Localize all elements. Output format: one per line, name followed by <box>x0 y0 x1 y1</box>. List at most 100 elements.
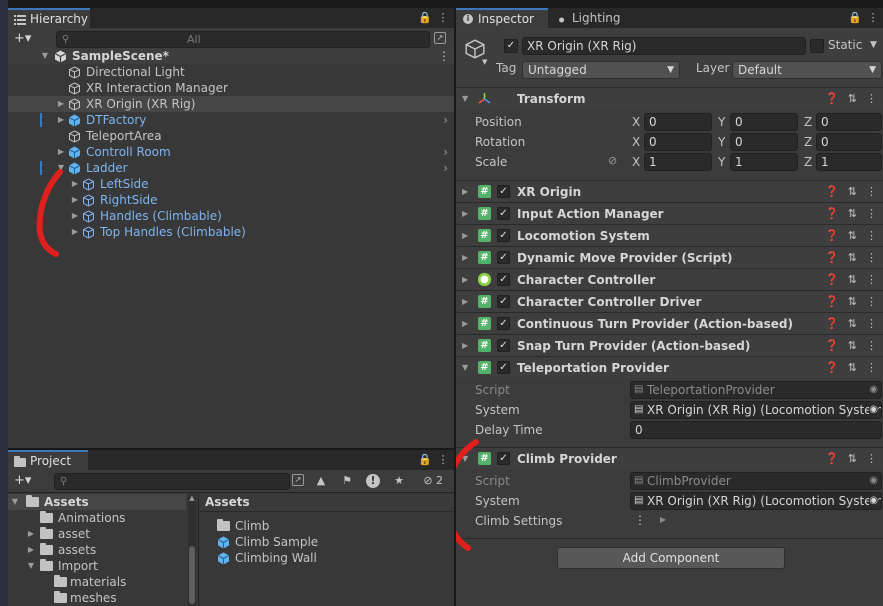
tree-item[interactable]: meshes <box>8 590 186 606</box>
file-item[interactable]: Climb <box>217 518 447 534</box>
component-header[interactable]: ▶ # ✓ Input Action Manager ❓ ⇅ ⋮ <box>456 202 883 224</box>
hierarchy-item[interactable]: ▶ LeftSide <box>8 176 454 192</box>
open-prefab-chevron-icon[interactable]: › <box>443 160 448 176</box>
system-field[interactable]: ▤ XR Origin (XR Rig) (Locomotion System)… <box>630 492 882 510</box>
collapse-arrow-icon[interactable]: ▼ <box>462 357 468 379</box>
component-enabled-checkbox[interactable]: ✓ <box>497 452 510 465</box>
position-z-field[interactable]: 0 <box>816 113 882 131</box>
expand-arrow-icon[interactable]: ▶ <box>70 176 80 192</box>
tree-item[interactable]: Animations <box>8 510 186 526</box>
tree-item[interactable]: ▶ assets <box>8 542 186 558</box>
component-menu-icon[interactable]: ⋮ <box>866 452 877 465</box>
hierarchy-item[interactable]: XR Interaction Manager <box>8 80 454 96</box>
static-dropdown-arrow-icon[interactable]: ▼ <box>870 40 877 50</box>
scroll-thumb[interactable] <box>189 546 195 604</box>
help-icon[interactable]: ❓ <box>825 251 839 264</box>
help-icon[interactable]: ❓ <box>825 452 839 465</box>
tree-item-assets[interactable]: ▼ Assets <box>8 494 186 510</box>
component-menu-icon[interactable]: ⋮ <box>866 251 877 264</box>
hierarchy-search-input[interactable]: ⚲ All <box>56 31 430 48</box>
help-icon[interactable]: ❓ <box>825 339 839 352</box>
component-enabled-checkbox[interactable]: ✓ <box>497 185 510 198</box>
project-search-input[interactable]: ⚲ <box>54 473 290 490</box>
expand-arrow-icon[interactable]: ▶ <box>56 96 66 112</box>
help-icon[interactable]: ❓ <box>825 207 839 220</box>
lock-icon[interactable]: 🔒 <box>418 11 432 25</box>
rotation-y-field[interactable]: 0 <box>730 133 798 151</box>
icon-dropdown-arrow-icon[interactable]: ▼ <box>482 58 487 66</box>
tab-project[interactable]: Project <box>8 450 88 470</box>
component-header[interactable]: ▶ # ✓ Dynamic Move Provider (Script) ❓ ⇅ ⋮ <box>456 246 883 268</box>
presets-icon[interactable]: ⇅ <box>848 273 857 286</box>
component-header[interactable]: ▶ # ✓ Snap Turn Provider (Action-based) … <box>456 334 883 356</box>
expand-arrow-icon[interactable]: ▶ <box>70 208 80 224</box>
add-component-button[interactable]: Add Component <box>557 547 785 569</box>
scene-menu-icon[interactable]: ⋮ <box>438 48 450 64</box>
object-picker-icon[interactable]: ◉ <box>869 402 878 418</box>
tree-item[interactable]: ▶ asset <box>8 526 186 542</box>
rotation-x-field[interactable]: 0 <box>644 133 712 151</box>
component-menu-icon[interactable]: ⋮ <box>866 339 877 352</box>
lock-icon[interactable]: 🔒 <box>418 453 432 467</box>
help-icon[interactable]: ❓ <box>825 361 839 374</box>
presets-icon[interactable]: ⇅ <box>848 339 857 352</box>
search-by-label-icon[interactable]: ⚑ <box>340 474 354 488</box>
favorite-star-icon[interactable]: ★ <box>392 474 406 488</box>
component-enabled-checkbox[interactable]: ✓ <box>497 251 510 264</box>
help-icon[interactable]: ❓ <box>825 317 839 330</box>
constrain-proportions-icon[interactable]: ⊘ <box>608 154 617 167</box>
tree-item[interactable]: ▼ Import <box>8 558 186 574</box>
expand-arrow-icon[interactable]: ▶ <box>70 224 80 240</box>
system-field[interactable]: ▤ XR Origin (XR Rig) (Locomotion System)… <box>630 401 882 419</box>
help-icon[interactable]: ❓ <box>825 92 839 105</box>
expand-arrow-icon[interactable]: ▶ <box>26 526 36 542</box>
component-header[interactable]: ▶ # ✓ Continuous Turn Provider (Action-b… <box>456 312 883 334</box>
component-header[interactable]: ▶ # ✓ Locomotion System ❓ ⇅ ⋮ <box>456 224 883 246</box>
more-menu-icon[interactable]: ⋮ <box>436 11 450 25</box>
hierarchy-item[interactable]: ▼ Ladder › <box>8 160 454 176</box>
presets-icon[interactable]: ⇅ <box>848 229 857 242</box>
component-enabled-checkbox[interactable]: ✓ <box>497 273 510 286</box>
hierarchy-item-selected[interactable]: ▶ XR Origin (XR Rig) <box>8 96 454 112</box>
expand-arrow-icon[interactable]: ▶ <box>56 112 66 128</box>
hierarchy-item[interactable]: ▶ DTFactory › <box>8 112 454 128</box>
component-enabled-checkbox[interactable]: ✓ <box>497 229 510 242</box>
log-types-icon[interactable]: ! <box>366 474 380 488</box>
settings-menu-icon[interactable]: ⋮ <box>634 513 646 527</box>
tree-scrollbar[interactable]: ▲ <box>188 494 196 606</box>
tab-hierarchy[interactable]: Hierarchy <box>8 8 90 28</box>
scale-z-field[interactable]: 1 <box>816 153 882 171</box>
expand-arrow-icon[interactable]: ▶ <box>462 181 468 203</box>
help-icon[interactable]: ❓ <box>825 273 839 286</box>
file-item[interactable]: Climb Sample <box>217 534 447 550</box>
open-prefab-chevron-icon[interactable]: › <box>443 144 448 160</box>
search-options-icon[interactable]: ↗ <box>434 32 446 44</box>
presets-icon[interactable]: ⇅ <box>848 207 857 220</box>
layer-dropdown[interactable]: Default ▼ <box>732 61 882 79</box>
component-header-climb[interactable]: ▼ # ✓ Climb Provider ❓ ⇅ ⋮ <box>456 447 883 469</box>
tab-lighting[interactable]: ⚫ Lighting <box>550 8 630 28</box>
component-menu-icon[interactable]: ⋮ <box>866 273 877 286</box>
component-header[interactable]: ▶ # ✓ XR Origin ❓ ⇅ ⋮ <box>456 180 883 202</box>
scale-y-field[interactable]: 1 <box>730 153 798 171</box>
component-header[interactable]: ▶ ● ✓ Character Controller ❓ ⇅ ⋮ <box>456 268 883 290</box>
position-y-field[interactable]: 0 <box>730 113 798 131</box>
collapse-arrow-icon[interactable]: ▼ <box>462 88 468 110</box>
component-header-transform[interactable]: ▼ Transform ❓ ⇅ ⋮ <box>456 87 883 109</box>
tree-item[interactable]: materials <box>8 574 186 590</box>
expand-arrow-icon[interactable]: ▶ <box>462 313 468 335</box>
tab-inspector[interactable]: i Inspector <box>456 8 548 28</box>
expand-arrow-icon[interactable]: ▶ <box>462 269 468 291</box>
component-menu-icon[interactable]: ⋮ <box>866 207 877 220</box>
tag-dropdown[interactable]: Untagged ▼ <box>522 61 680 79</box>
component-enabled-checkbox[interactable]: ✓ <box>497 295 510 308</box>
component-menu-icon[interactable]: ⋮ <box>866 185 877 198</box>
scene-row[interactable]: ▼ SampleScene* ⋮ <box>8 48 454 64</box>
scroll-up-icon[interactable]: ▲ <box>188 494 196 502</box>
component-enabled-checkbox[interactable]: ✓ <box>497 207 510 220</box>
component-header[interactable]: ▶ # ✓ Character Controller Driver ❓ ⇅ ⋮ <box>456 290 883 312</box>
component-enabled-checkbox[interactable]: ✓ <box>497 361 510 374</box>
object-name-field[interactable]: XR Origin (XR Rig) <box>522 37 806 55</box>
lock-icon[interactable]: 🔒 <box>848 11 862 25</box>
object-picker-icon[interactable]: ◉ <box>869 493 878 509</box>
